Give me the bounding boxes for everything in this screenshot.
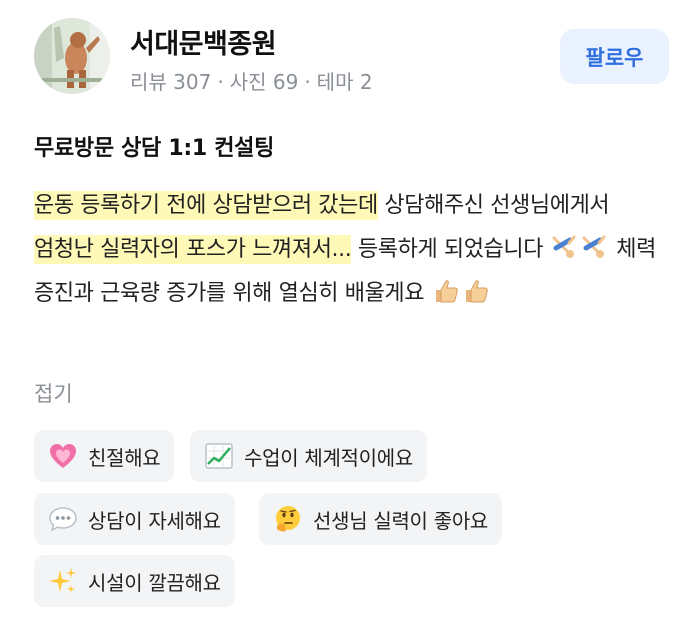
stats-separator: · xyxy=(217,70,224,94)
highlighted-text: 운동 등록하기 전에 상담받으러 갔는데 xyxy=(34,191,378,220)
review-count: 리뷰 307 xyxy=(130,70,212,94)
chart-up-icon xyxy=(205,443,233,469)
cartwheel-emoji-icon xyxy=(582,235,606,258)
review-card: 서대문백종원 리뷰 307 · 사진 69 · 테마 2 팔로우 무료방문 상담 1:1… xyxy=(0,0,700,631)
thinking-face-icon xyxy=(276,506,300,532)
stats-separator: · xyxy=(304,70,311,94)
keyword-label: 시설이 깔끔해요 xyxy=(88,570,221,595)
profile-stats: 리뷰 307 · 사진 69 · 테마 2 xyxy=(130,66,373,95)
keyword-chip: 시설이 깔끔해요 xyxy=(34,555,235,607)
photo-count: 사진 69 xyxy=(229,70,299,94)
highlighted-text: 엄청난 실력자의 포스가 느껴져서... xyxy=(34,235,352,264)
heart-icon xyxy=(50,444,76,468)
cartwheel-emoji-icon xyxy=(552,235,576,258)
keyword-chip: 선생님 실력이 좋아요 xyxy=(259,493,503,545)
follow-button[interactable]: 팔로우 xyxy=(560,29,669,84)
keyword-chip: 수업이 체계적이에요 xyxy=(190,430,427,482)
speech-bubble-icon xyxy=(49,507,77,532)
keyword-chip: 상담이 자세해요 xyxy=(34,493,235,545)
keyword-label: 수업이 체계적이에요 xyxy=(244,445,413,470)
review-title: 무료방문 상담 1:1 컨설팅 xyxy=(34,136,275,161)
keyword-chip: 친절해요 xyxy=(34,430,175,482)
keyword-label: 선생님 실력이 좋아요 xyxy=(313,508,489,533)
theme-count: 테마 2 xyxy=(316,70,373,94)
thumbs-up-icon xyxy=(435,280,458,303)
sparkles-icon xyxy=(49,568,76,593)
review-text-segment: 상담해주신 선생님에게서 xyxy=(377,193,610,218)
profile-name[interactable]: 서대문백종원 xyxy=(130,22,277,61)
thumbs-up-icon xyxy=(465,280,488,303)
review-text-segment: 등록하게 되었습니다 xyxy=(351,237,550,262)
collapse-button[interactable]: 접기 xyxy=(34,378,73,408)
keyword-label: 친절해요 xyxy=(88,445,161,470)
review-text: 운동 등록하기 전에 상담받으러 갔는데 상담해주신 선생님에게서 엄청난 실력… xyxy=(34,184,674,316)
avatar[interactable] xyxy=(34,18,110,94)
keyword-label: 상담이 자세해요 xyxy=(88,508,221,533)
